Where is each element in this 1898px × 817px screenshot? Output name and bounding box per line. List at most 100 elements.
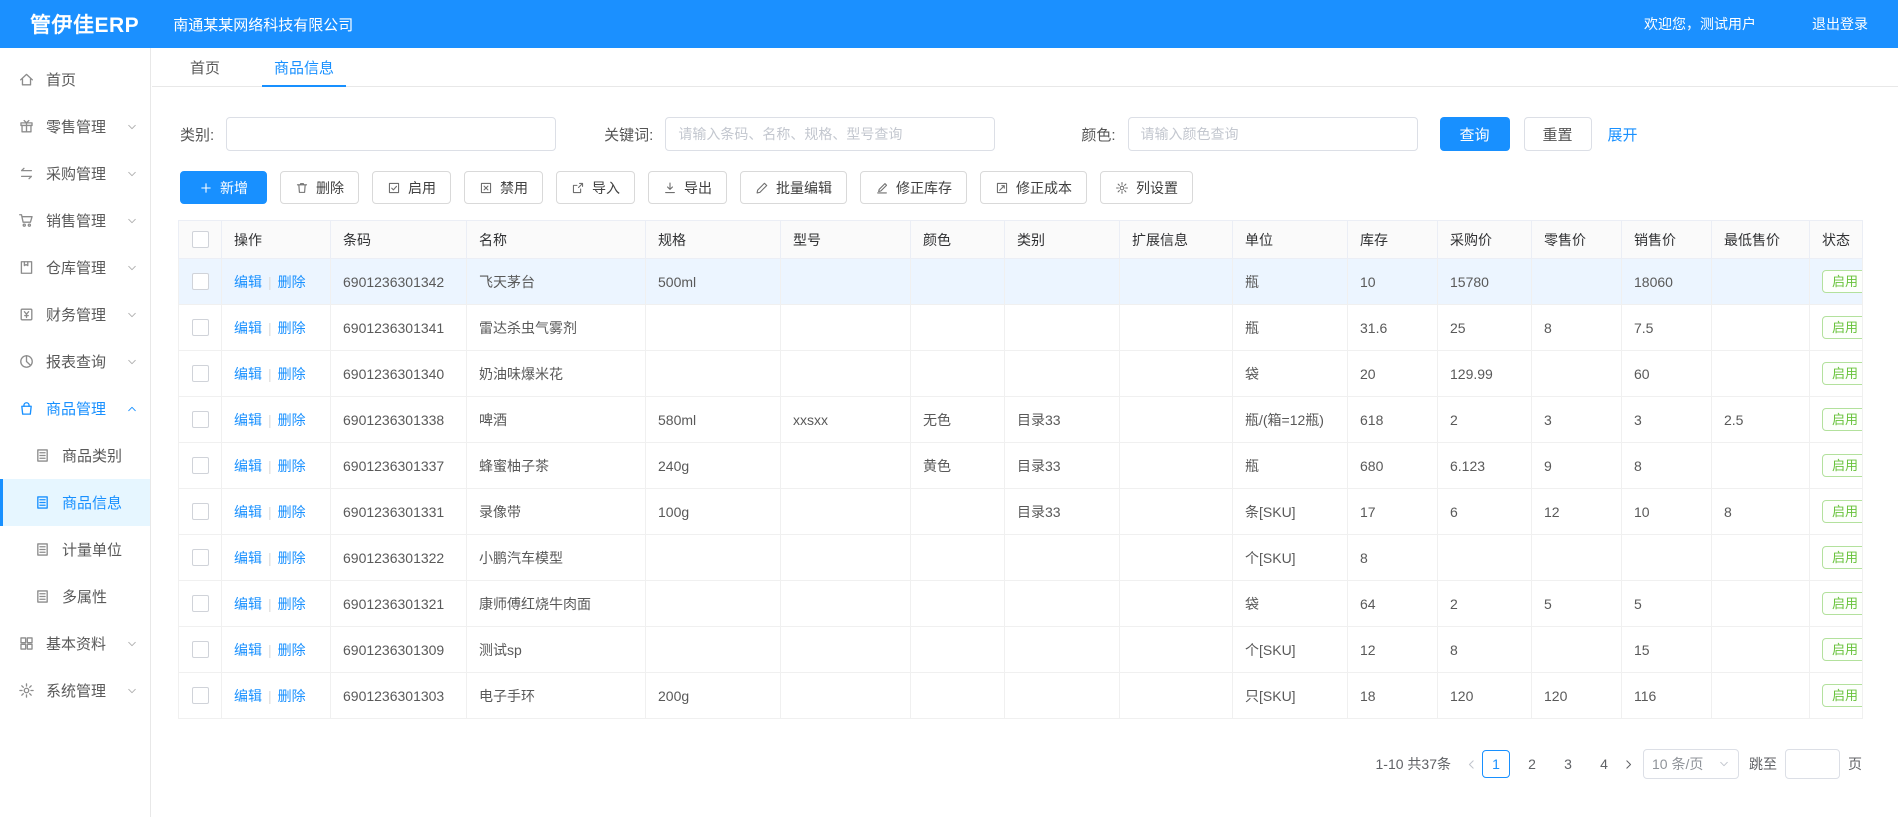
- status-cell: 启用: [1810, 443, 1863, 489]
- sidebar-item-reports[interactable]: 报表查询: [0, 338, 150, 385]
- edit-link[interactable]: 编辑: [234, 504, 262, 520]
- delete-link[interactable]: 删除: [278, 596, 306, 612]
- sidebar-item-purchase[interactable]: 采购管理: [0, 150, 150, 197]
- edit-link[interactable]: 编辑: [234, 596, 262, 612]
- delete-button[interactable]: 删除: [280, 171, 359, 204]
- trash-icon: [295, 181, 309, 195]
- sidebar-item-basic-data[interactable]: 基本资料: [0, 620, 150, 667]
- fix-stock-button[interactable]: 修正库存: [860, 171, 967, 204]
- table-row: 编辑|删除6901236301321康师傅红烧牛肉面袋64255启用: [179, 581, 1863, 627]
- table-cell: [781, 535, 911, 581]
- status-badge: 启用: [1822, 316, 1863, 340]
- sidebar-item-home[interactable]: 首页: [0, 56, 150, 103]
- disable-button[interactable]: 禁用: [464, 171, 543, 204]
- delete-link[interactable]: 删除: [278, 366, 306, 382]
- export-button[interactable]: 导出: [648, 171, 727, 204]
- import-button[interactable]: 导入: [556, 171, 635, 204]
- delete-link[interactable]: 删除: [278, 504, 306, 520]
- row-checkbox[interactable]: [192, 687, 209, 704]
- row-checkbox[interactable]: [192, 411, 209, 428]
- product-icon: [18, 400, 35, 417]
- page-button-4[interactable]: 4: [1590, 750, 1618, 778]
- page-size-select[interactable]: 10 条/页: [1643, 749, 1739, 779]
- column-settings-button[interactable]: 列设置: [1100, 171, 1193, 204]
- edit-link[interactable]: 编辑: [234, 688, 262, 704]
- table-cell: [646, 627, 781, 673]
- search-icon[interactable]: [1474, 15, 1492, 33]
- edit-link[interactable]: 编辑: [234, 320, 262, 336]
- action-divider: |: [268, 412, 272, 428]
- company-name: 南通某某网络科技有限公司: [173, 14, 353, 35]
- next-page-icon[interactable]: [1622, 758, 1635, 771]
- bank-icon[interactable]: [1522, 15, 1540, 33]
- report-icon: [18, 353, 35, 370]
- sidebar-item-product-info[interactable]: 商品信息: [0, 479, 150, 526]
- color-input[interactable]: [1128, 117, 1418, 151]
- row-checkbox[interactable]: [192, 503, 209, 520]
- row-checkbox[interactable]: [192, 641, 209, 658]
- edit-link[interactable]: 编辑: [234, 274, 262, 290]
- table-cell: 580ml: [646, 397, 781, 443]
- logout-button[interactable]: 退出登录: [1788, 14, 1868, 34]
- batch-edit-button[interactable]: 批量编辑: [740, 171, 847, 204]
- delete-link[interactable]: 删除: [278, 320, 306, 336]
- prev-page-icon[interactable]: [1465, 758, 1478, 771]
- tab-bar: 首页商品信息: [152, 48, 1898, 87]
- page-button-1[interactable]: 1: [1482, 750, 1510, 778]
- delete-link[interactable]: 删除: [278, 412, 306, 428]
- table-cell: [1532, 627, 1622, 673]
- sidebar-item-system[interactable]: 系统管理: [0, 667, 150, 714]
- keyword-input[interactable]: [665, 117, 995, 151]
- category-select[interactable]: [226, 117, 556, 151]
- tab-home[interactable]: 首页: [178, 48, 232, 86]
- sidebar-item-products[interactable]: 商品管理: [0, 385, 150, 432]
- delete-link[interactable]: 删除: [278, 688, 306, 704]
- reset-button[interactable]: 重置: [1524, 117, 1592, 151]
- action-divider: |: [268, 458, 272, 474]
- delete-link[interactable]: 删除: [278, 458, 306, 474]
- page-button-2[interactable]: 2: [1518, 750, 1546, 778]
- sidebar-item-warehouse[interactable]: 仓库管理: [0, 244, 150, 291]
- delete-link[interactable]: 删除: [278, 274, 306, 290]
- table-cell: 31.6: [1348, 305, 1438, 351]
- sidebar-item-sales[interactable]: 销售管理: [0, 197, 150, 244]
- edit-link[interactable]: 编辑: [234, 642, 262, 658]
- enable-button[interactable]: 启用: [372, 171, 451, 204]
- search-button[interactable]: 查询: [1440, 117, 1510, 151]
- table-cell: 测试sp: [467, 627, 646, 673]
- user-menu[interactable]: 欢迎您，测试用户: [1620, 14, 1756, 34]
- select-all-checkbox[interactable]: [192, 231, 209, 248]
- table-cell: [1005, 259, 1120, 305]
- edit-link[interactable]: 编辑: [234, 550, 262, 566]
- expand-link[interactable]: 展开: [1608, 124, 1655, 145]
- sidebar-item-product-category[interactable]: 商品类别: [0, 432, 150, 479]
- edit-link[interactable]: 编辑: [234, 458, 262, 474]
- bell-icon[interactable]: [1570, 15, 1588, 33]
- page-button-3[interactable]: 3: [1554, 750, 1582, 778]
- delete-link[interactable]: 删除: [278, 550, 306, 566]
- fix-cost-button[interactable]: 修正成本: [980, 171, 1087, 204]
- row-checkbox[interactable]: [192, 319, 209, 336]
- cost-edit-icon: [995, 181, 1009, 195]
- table-cell: 条[SKU]: [1233, 489, 1348, 535]
- row-checkbox[interactable]: [192, 549, 209, 566]
- sidebar-item-retail[interactable]: 零售管理: [0, 103, 150, 150]
- table-cell: 6.123: [1438, 443, 1532, 489]
- table-cell: 瓶: [1233, 443, 1348, 489]
- jump-page-input[interactable]: [1785, 749, 1840, 779]
- row-checkbox[interactable]: [192, 595, 209, 612]
- sidebar-item-finance[interactable]: 财务管理: [0, 291, 150, 338]
- row-checkbox[interactable]: [192, 273, 209, 290]
- add-button[interactable]: 新增: [180, 171, 267, 204]
- sidebar-item-label: 采购管理: [46, 163, 106, 184]
- sidebar-item-units[interactable]: 计量单位: [0, 526, 150, 573]
- row-checkbox[interactable]: [192, 365, 209, 382]
- tab-product-info[interactable]: 商品信息: [262, 48, 346, 86]
- sidebar-item-attributes[interactable]: 多属性: [0, 573, 150, 620]
- edit-link[interactable]: 编辑: [234, 412, 262, 428]
- delete-link[interactable]: 删除: [278, 642, 306, 658]
- edit-link[interactable]: 编辑: [234, 366, 262, 382]
- home-icon: [18, 71, 35, 88]
- table-cell: [781, 259, 911, 305]
- row-checkbox[interactable]: [192, 457, 209, 474]
